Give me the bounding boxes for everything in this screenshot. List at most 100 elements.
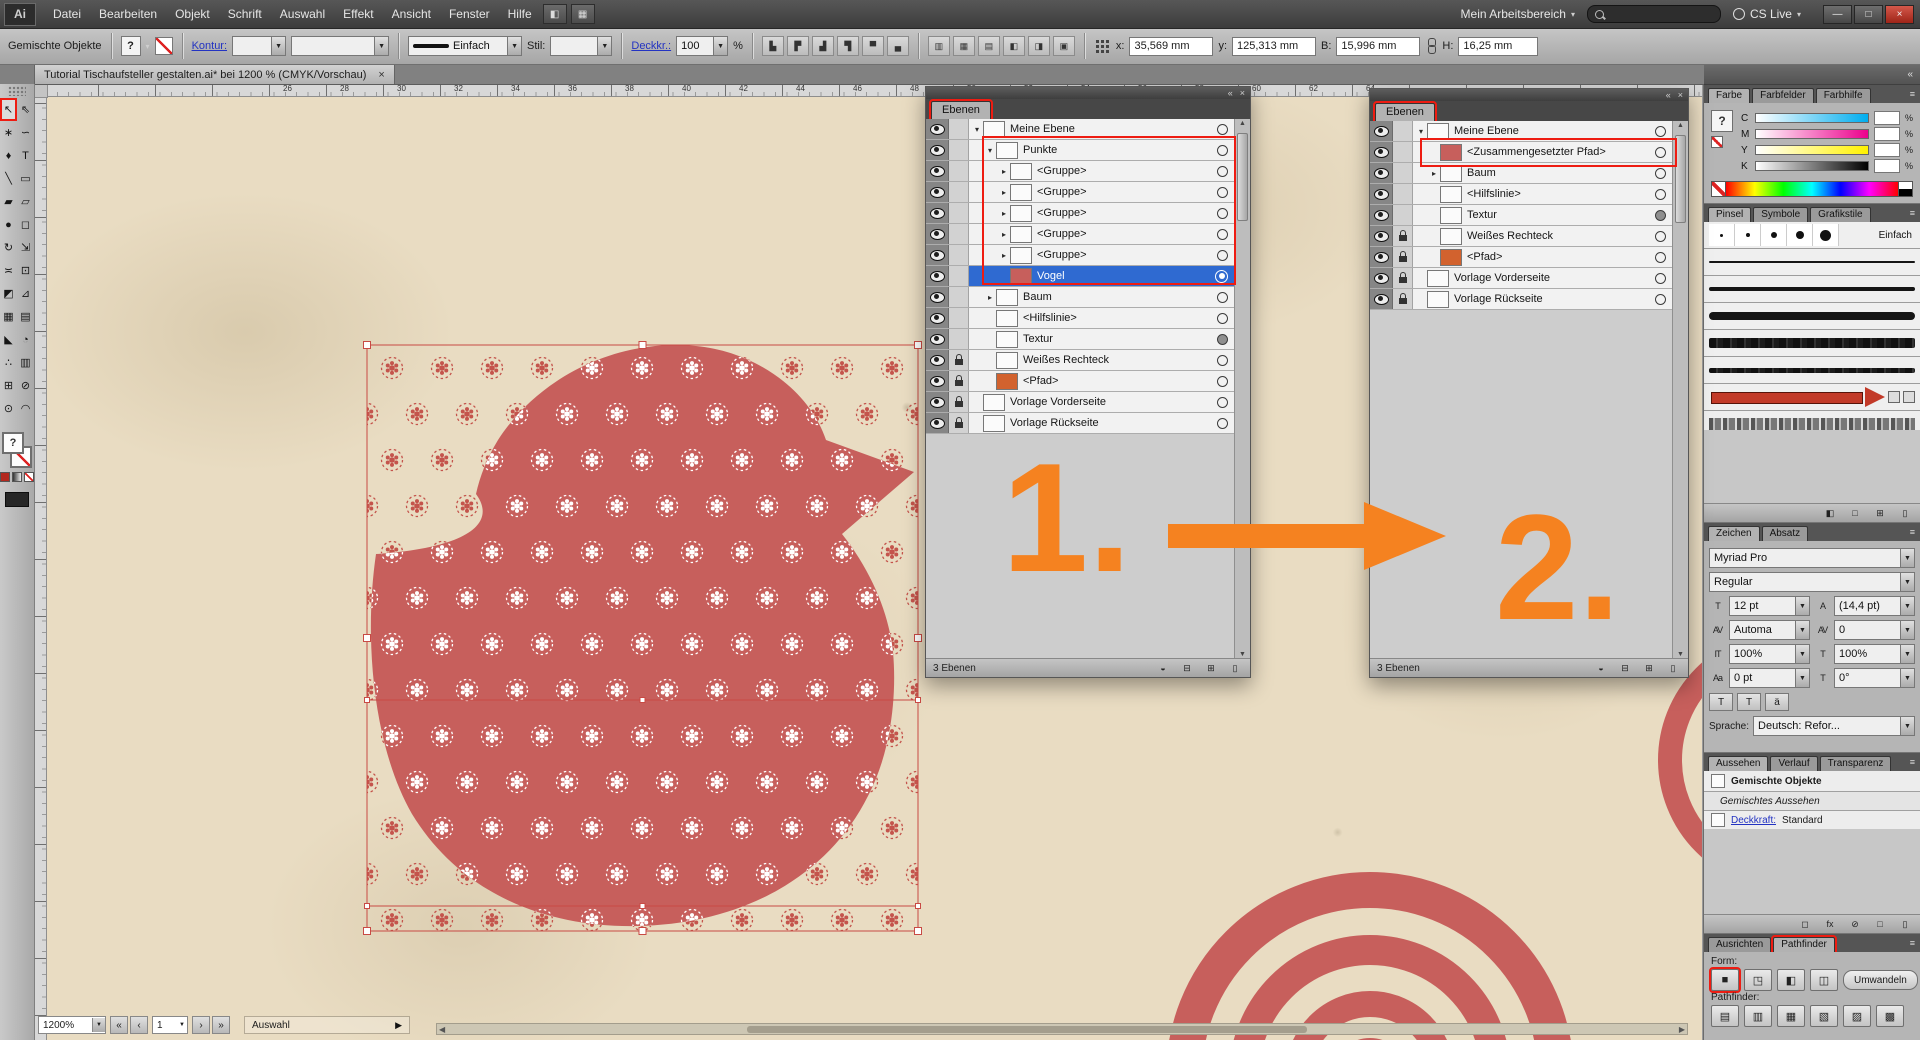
lock-toggle[interactable] [949,140,969,160]
scroll-left-icon[interactable]: ◀ [439,1025,445,1034]
visibility-toggle[interactable] [1370,163,1393,183]
stroke-weight-combo[interactable]: ▼ [232,36,286,56]
layer-row[interactable]: <Hilfslinie> [926,308,1235,329]
target-circle-icon[interactable] [1217,208,1228,219]
panel-tab[interactable]: Zeichen [1708,526,1760,541]
artboard-tool[interactable]: ⊞ [0,374,17,397]
prev-page-button[interactable]: ‹ [130,1016,148,1034]
channel-value-field[interactable] [1874,143,1900,157]
gradient-mode-icon[interactable] [12,472,22,482]
distribute-icon[interactable]: ▣ [1053,36,1075,56]
fill-stroke-proxy[interactable]: ? [2,432,32,468]
channel-slider[interactable] [1755,161,1869,171]
fill-none-swatch[interactable] [155,37,173,55]
panel-tab[interactable]: Farbfelder [1752,88,1814,103]
menu-item[interactable]: Effekt [334,0,382,28]
character-style-button[interactable]: ä [1765,693,1789,711]
character-style-button[interactable]: T [1737,693,1761,711]
effects-icon[interactable]: fx [1822,918,1838,931]
new-layer-icon[interactable]: ⊞ [1203,662,1219,675]
font-family-combo[interactable]: Myriad Pro ▼ [1709,548,1915,568]
visibility-toggle[interactable] [926,266,949,286]
target-circle-icon[interactable] [1217,145,1228,156]
tracking-combo[interactable]: 0 ▼ [1834,620,1915,640]
search-box[interactable] [1587,5,1721,23]
visibility-toggle[interactable] [926,329,949,349]
menu-item[interactable]: Fenster [440,0,499,28]
new-brush-icon[interactable]: ⊞ [1872,507,1888,520]
eyedropper-tool[interactable]: ◣ [0,328,17,351]
intersect-button[interactable]: ◧ [1777,969,1805,991]
reference-point-icon[interactable] [1096,40,1109,53]
layer-row[interactable]: Vorlage Rückseite [926,413,1235,434]
target-circle-icon[interactable] [1655,294,1666,305]
panel-titlebar[interactable]: « × [926,87,1250,99]
y-field[interactable]: 125,313 mm [1232,37,1316,56]
cs-live-menu[interactable]: CS Live ▾ [1733,7,1801,21]
font-style-combo[interactable]: Regular ▼ [1709,572,1915,592]
free-transform-tool[interactable]: ⊡ [17,259,34,282]
visibility-toggle[interactable] [926,392,949,412]
make-clipping-mask-icon[interactable]: ◒ [1155,662,1171,675]
eraser-tool[interactable]: ◻ [17,213,34,236]
tab-ebenen[interactable]: Ebenen [1375,103,1435,121]
chevron-down-icon[interactable]: ▾ [146,42,150,51]
style-combo[interactable]: ▼ [550,36,612,56]
lock-toggle[interactable] [1393,163,1413,183]
target-circle-icon[interactable] [1655,189,1666,200]
scale-tool[interactable]: ⇲ [17,236,34,259]
layer-row[interactable]: <Gruppe> [926,203,1235,224]
layer-name[interactable]: <Gruppe> [1037,165,1213,177]
rectangle-tool[interactable]: ▭ [17,167,34,190]
stroke-style-combo[interactable]: Einfach ▼ [408,36,522,56]
umwandeln-button[interactable]: Umwandeln [1843,970,1918,990]
layer-name[interactable]: Vorlage Rückseite [1454,293,1651,305]
visibility-toggle[interactable] [1370,184,1393,204]
panel-tab[interactable]: Pathfinder [1773,937,1835,952]
new-stroke-icon[interactable]: ◻ [1797,918,1813,931]
blob-brush-tool[interactable]: ● [0,213,17,236]
layer-name[interactable]: <Pfad> [1023,375,1213,387]
zoom-tool[interactable]: ⊙ [0,397,17,420]
fill-proxy[interactable]: ? [2,432,24,454]
visibility-toggle[interactable] [1370,205,1393,225]
width-field[interactable]: 15,996 mm [1336,37,1420,56]
close-button[interactable]: × [1885,5,1914,24]
flyout-icon[interactable]: ▶ [395,1020,402,1031]
magic-wand-tool[interactable]: ∗ [0,121,17,144]
layer-row[interactable]: <Pfad> [926,371,1235,392]
layer-name[interactable]: Textur [1467,209,1651,221]
column-graph-tool[interactable]: ▥ [17,351,34,374]
panel-menu-icon[interactable]: ≡ [1910,938,1920,948]
paintbrush-tool[interactable]: ▰ [0,190,17,213]
target-circle-icon[interactable] [1655,210,1666,221]
lock-toggle[interactable] [1393,268,1413,288]
next-page-button[interactable]: › [192,1016,210,1034]
channel-slider[interactable] [1755,129,1869,139]
visibility-toggle[interactable] [926,308,949,328]
bridge-icon[interactable]: ◧ [543,4,567,24]
target-circle-icon[interactable] [1217,166,1228,177]
expand-triangle-icon[interactable] [998,251,1010,260]
layer-row[interactable]: Vorlage Vorderseite [1370,268,1673,289]
hand-tool[interactable]: ◠ [17,397,34,420]
distribute-icon[interactable]: ◨ [1028,36,1050,56]
unite-button[interactable]: ■ [1711,969,1739,991]
channel-value-field[interactable] [1874,127,1900,141]
visibility-toggle[interactable] [926,140,949,160]
expand-triangle-icon[interactable] [971,125,983,134]
layer-name[interactable]: <Gruppe> [1037,207,1213,219]
panel-menu-icon[interactable]: ≡ [1910,757,1920,767]
target-circle-icon[interactable] [1655,231,1666,242]
opacity-row[interactable]: Deckkraft: Standard [1704,811,1920,830]
panel-tab[interactable]: Grafikstile [1810,207,1870,222]
character-rotation-combo[interactable]: 0° ▼ [1834,668,1915,688]
lasso-tool[interactable]: ∽ [17,121,34,144]
color-spectrum[interactable] [1711,181,1913,197]
layer-name[interactable]: <Gruppe> [1037,249,1213,261]
delete-brush-icon[interactable]: ▯ [1897,507,1913,520]
x-field[interactable]: 35,569 mm [1129,37,1213,56]
panel-menu-icon[interactable]: ≡ [1910,208,1920,218]
distribute-icon[interactable]: ◧ [1003,36,1025,56]
delete-layer-icon[interactable]: ▯ [1227,662,1243,675]
